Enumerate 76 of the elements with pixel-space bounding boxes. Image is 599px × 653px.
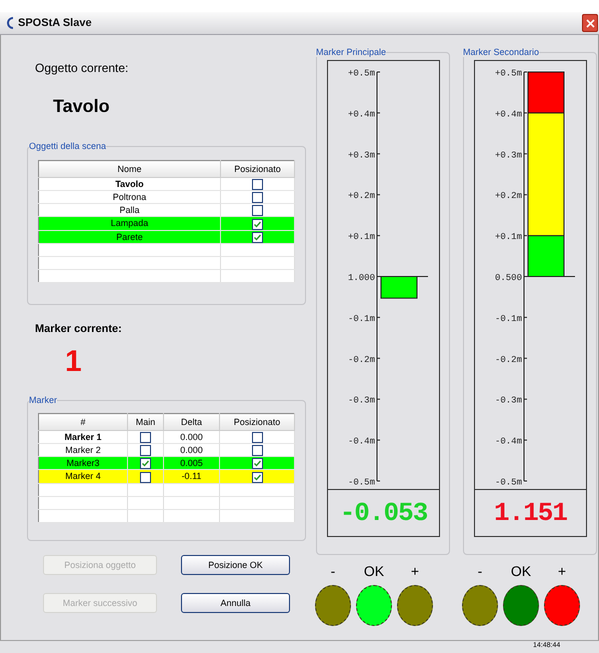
tick-label: -0.4m (348, 436, 375, 447)
tick-label: -0.2m (348, 354, 375, 365)
gauge-reading: 1.151 (492, 497, 568, 530)
checkbox[interactable] (252, 192, 263, 204)
checkbox[interactable] (252, 218, 263, 230)
column-header[interactable]: Posizionato (220, 414, 294, 430)
tick-label: +0.1m (494, 232, 522, 242)
tick-label: -0.5m (494, 478, 522, 488)
action-button[interactable]: Annulla (181, 593, 290, 613)
current-object-label: Oggetto corrente: (35, 61, 130, 75)
tick-label: -0.5m (348, 478, 375, 488)
close-icon (586, 18, 594, 28)
light-label: - (330, 562, 336, 581)
table-cell: Parete (38, 230, 220, 244)
tick-label: +0.3m (348, 150, 375, 160)
table-row[interactable]: Marker3 0.005 (38, 456, 294, 470)
app-icon (6, 17, 14, 29)
table-cell: Lampada (38, 216, 220, 230)
table-row[interactable]: Tavolo (38, 178, 294, 191)
table-row[interactable]: Marker 4 -0.11 (38, 470, 294, 483)
table-row[interactable]: Marker 2 0.000 (38, 444, 294, 457)
tick-label: +0.3m (494, 150, 522, 160)
checkbox[interactable] (252, 472, 262, 482)
table-row[interactable]: Poltrona (38, 190, 294, 204)
current-object-value: Tavolo (53, 96, 111, 117)
column-header[interactable]: Nome (38, 160, 220, 178)
group-title: Oggetti della scena (29, 141, 106, 151)
light-label: + (410, 562, 420, 581)
checkbox[interactable] (252, 445, 262, 456)
close-button[interactable] (582, 14, 598, 32)
gauge-title: Marker Principale (316, 47, 386, 57)
window-title: SPOStA Slave (18, 17, 92, 29)
checkbox[interactable] (252, 205, 263, 216)
checkbox[interactable] (252, 232, 263, 243)
checkbox[interactable] (140, 432, 151, 444)
current-marker-value: 1 (65, 345, 83, 379)
checkbox[interactable] (140, 472, 151, 482)
table-cell: -0.11 (164, 470, 220, 483)
gauge-reading: -0.053 (338, 497, 428, 530)
column-header[interactable]: Main (128, 414, 164, 430)
light-label: OK (510, 562, 532, 581)
tick-label: +0.5m (348, 68, 375, 78)
light-label: OK (364, 562, 384, 581)
light-label: + (558, 562, 566, 581)
reference-label: 0.500 (494, 273, 522, 283)
table-row[interactable]: Lampada (38, 216, 294, 230)
checkbox[interactable] (252, 458, 262, 470)
checkbox[interactable] (140, 445, 151, 456)
table-cell: Marker 4 (38, 470, 128, 483)
column-header[interactable]: # (38, 414, 128, 430)
column-header[interactable]: Delta (164, 414, 220, 430)
tick-label: +0.2m (348, 191, 375, 202)
tick-label: -0.1m (494, 314, 522, 324)
table-row[interactable]: Parete (38, 230, 294, 244)
column-header[interactable]: Posizionato (220, 160, 294, 178)
tick-label: -0.3m (348, 396, 375, 406)
group-title: Marker (29, 395, 58, 405)
tick-label: +0.1m (348, 232, 375, 242)
reference-label: 1.000 (348, 273, 375, 283)
gauge-title: Marker Secondario (463, 47, 540, 57)
tick-label: +0.5m (494, 68, 522, 78)
current-marker-label: Marker corrente: (35, 323, 123, 335)
table-row[interactable]: Palla (38, 204, 294, 217)
tick-label: -0.2m (494, 354, 522, 365)
tick-label: +0.4m (348, 109, 375, 120)
tick-label: +0.4m (494, 109, 522, 120)
tick-label: -0.1m (348, 314, 375, 324)
light-label: - (478, 562, 482, 581)
tick-label: +0.2m (494, 191, 522, 202)
tick-label: -0.3m (494, 396, 522, 406)
checkbox[interactable] (252, 432, 262, 444)
tick-label: -0.4m (494, 436, 522, 447)
checkbox[interactable] (140, 458, 151, 470)
action-button[interactable]: Posizione OK (181, 555, 290, 575)
checkbox[interactable] (252, 179, 263, 190)
table-row[interactable]: Marker 1 0.000 (38, 430, 294, 444)
